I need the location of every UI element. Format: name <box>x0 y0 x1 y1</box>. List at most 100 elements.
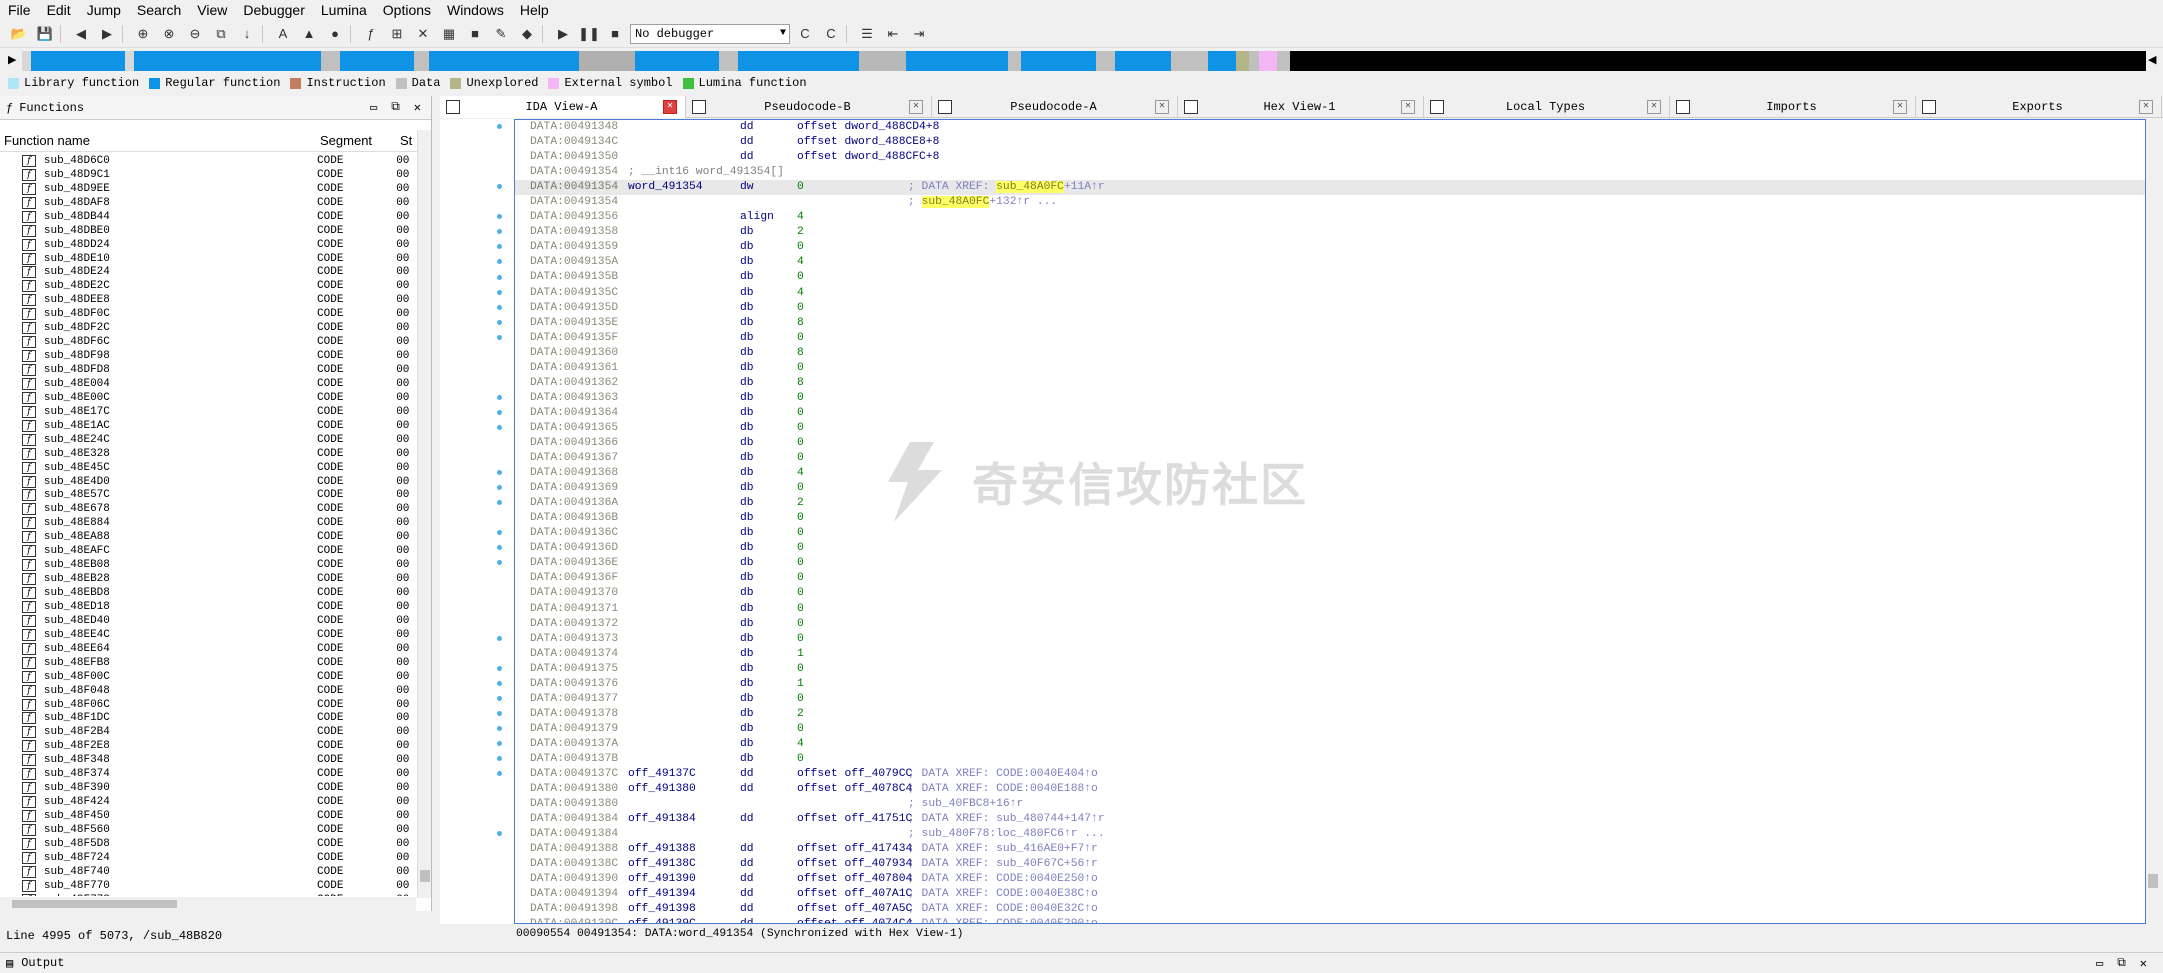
code-line[interactable]: DATA:00491361 db 0 <box>515 361 2145 376</box>
function-row[interactable]: f sub_48F560 CODE 00 <box>0 823 416 837</box>
code-line[interactable]: DATA:0049136A db 2 <box>515 496 2145 511</box>
code-line[interactable]: DATA:0049135E db 8 <box>515 316 2145 331</box>
function-icon[interactable]: ƒ <box>360 23 382 45</box>
nav-segment[interactable] <box>124 51 135 71</box>
function-row[interactable]: f sub_48DF0C CODE 00 <box>0 307 416 321</box>
code-operand[interactable]: 0 <box>797 301 804 316</box>
code-line[interactable]: DATA:00491376 db 1 <box>515 677 2145 692</box>
text-search-icon[interactable]: ⊗ <box>158 23 180 45</box>
struct-icon[interactable]: ▦ <box>438 23 460 45</box>
close-icon[interactable]: ✕ <box>414 100 421 115</box>
close-icon[interactable]: ✕ <box>2140 956 2147 971</box>
code-operand[interactable]: 1 <box>797 647 804 662</box>
function-row[interactable]: f sub_48EAFC CODE 00 <box>0 544 416 558</box>
code-label[interactable]: off_49138C <box>628 857 696 872</box>
tab-hex-view-1[interactable]: Hex View-1 ✕ <box>1178 96 1424 118</box>
code-operand[interactable]: 2 <box>797 225 804 240</box>
menu-windows[interactable]: Windows <box>439 0 512 20</box>
nav-segment[interactable] <box>414 51 430 71</box>
scroll-thumb[interactable] <box>420 870 430 882</box>
float-icon[interactable]: ⧉ <box>2117 956 2126 971</box>
nav-segment[interactable] <box>905 51 1009 71</box>
function-row[interactable]: f sub_48DF6C CODE 00 <box>0 335 416 349</box>
code-operand[interactable]: 0 <box>797 451 804 466</box>
function-row[interactable]: f sub_48F5D8 CODE 00 <box>0 837 416 851</box>
restore-icon[interactable]: ▭ <box>2096 956 2103 971</box>
binary-search-icon[interactable]: ⊕ <box>132 23 154 45</box>
function-row[interactable]: f sub_48DF98 CODE 00 <box>0 349 416 363</box>
functions-horizontal-scrollbar[interactable] <box>0 897 416 911</box>
code-line[interactable]: DATA:00491379 db 0 <box>515 722 2145 737</box>
code-operand[interactable]: 0 <box>797 662 804 677</box>
code-line[interactable]: DATA:0049135F db 0 <box>515 331 2145 346</box>
indent-icon[interactable]: ⇥ <box>908 23 930 45</box>
nav-segment[interactable] <box>1114 51 1171 71</box>
tab-close-icon[interactable]: ✕ <box>2139 100 2153 114</box>
function-row[interactable]: f sub_48EFB8 CODE 00 <box>0 656 416 670</box>
code-operand[interactable]: 1 <box>797 677 804 692</box>
function-row[interactable]: f sub_48DFD8 CODE 00 <box>0 363 416 377</box>
code-operand[interactable]: 0 <box>797 180 804 195</box>
code-line[interactable]: DATA:0049136E db 0 <box>515 556 2145 571</box>
code-operand[interactable]: offset off_41751C <box>797 812 912 827</box>
code-line[interactable]: DATA:00491348 dd offset dword_488CD4+8 <box>515 120 2145 135</box>
code-line[interactable]: DATA:00491371 db 0 <box>515 602 2145 617</box>
code-line[interactable]: DATA:00491367 db 0 <box>515 451 2145 466</box>
code-operand[interactable]: 0 <box>797 556 804 571</box>
code-line[interactable]: DATA:00491380 ; sub_40FBC8+16↑r <box>515 797 2145 812</box>
code-line[interactable]: DATA:00491373 db 0 <box>515 632 2145 647</box>
code-vertical-scrollbar[interactable] <box>2146 119 2160 924</box>
restore-icon[interactable]: ▭ <box>370 100 377 115</box>
code-line[interactable]: DATA:00491378 db 2 <box>515 707 2145 722</box>
code-operand[interactable]: 8 <box>797 316 804 331</box>
code-line[interactable]: DATA:0049138C off_49138C dd offset off_4079… <box>515 857 2145 872</box>
code-operand[interactable]: 0 <box>797 406 804 421</box>
function-row[interactable]: f sub_48D9C1 CODE 00 <box>0 168 416 182</box>
function-row[interactable]: f sub_48E884 CODE 00 <box>0 516 416 530</box>
stop-debug-icon[interactable]: ■ <box>604 23 626 45</box>
debugger-select[interactable]: No debugger ▼ <box>630 23 790 44</box>
function-row[interactable]: f sub_48F778CODE00 <box>0 893 416 896</box>
disassembly-view[interactable]: DATA:00491348 dd offset dword_488CD4+8 DATA… <box>514 119 2146 924</box>
nav-left-icon[interactable]: ▶ <box>8 53 16 66</box>
code-line[interactable]: DATA:0049135B db 0 <box>515 270 2145 285</box>
nav-segment[interactable] <box>429 51 579 71</box>
tab-close-icon[interactable]: ✕ <box>663 100 677 114</box>
nav-segment[interactable] <box>31 51 125 71</box>
nav-segment[interactable] <box>320 51 340 71</box>
nav-segment[interactable] <box>1021 51 1097 71</box>
code-operand[interactable]: 0 <box>797 541 804 556</box>
nav-segment[interactable] <box>1277 51 1291 71</box>
code-operand[interactable]: 4 <box>797 255 804 270</box>
back-arrow-icon[interactable]: ◀ <box>70 23 92 45</box>
code-line[interactable]: DATA:00491372 db 0 <box>515 617 2145 632</box>
menu-view[interactable]: View <box>189 0 235 20</box>
code-label[interactable]: off_491398 <box>628 902 696 917</box>
nav-segment[interactable] <box>1170 51 1209 71</box>
code-line[interactable]: DATA:00491354 word_491354 dw 0 ; DATA XREF: … <box>515 180 2145 196</box>
function-row[interactable]: f sub_48E00C CODE 00 <box>0 391 416 405</box>
nav-segment[interactable] <box>1290 51 2147 71</box>
code-label[interactable]: off_491384 <box>628 812 696 827</box>
function-row[interactable]: f sub_48F770 CODE 00 <box>0 879 416 893</box>
tab-local-types[interactable]: Local Types ✕ <box>1424 96 1670 118</box>
menu-lumina[interactable]: Lumina <box>313 0 375 20</box>
breakpoint-icon[interactable]: ◆ <box>516 23 538 45</box>
code-line[interactable]: DATA:00491365 db 0 <box>515 421 2145 436</box>
code-line[interactable]: DATA:00491377 db 0 <box>515 692 2145 707</box>
code-operand[interactable]: 0 <box>797 331 804 346</box>
code-line[interactable]: DATA:00491356 align 4 <box>515 210 2145 225</box>
function-row[interactable]: f sub_48F1DC CODE 00 <box>0 712 416 726</box>
code-operand[interactable]: 0 <box>797 692 804 707</box>
code-line[interactable]: DATA:00491390 off_491390 dd offset off_4078… <box>515 872 2145 887</box>
code-line[interactable]: DATA:00491380 off_491380 dd offset off_4078… <box>515 782 2145 797</box>
menu-search[interactable]: Search <box>129 0 189 20</box>
nav-segment[interactable] <box>1236 51 1250 71</box>
code-label[interactable]: off_49139C <box>628 917 696 923</box>
code-operand[interactable]: 0 <box>797 270 804 285</box>
code-operand[interactable]: 4 <box>797 737 804 752</box>
function-row[interactable]: f sub_48EE4C CODE 00 <box>0 628 416 642</box>
tools-icon[interactable]: ✕ <box>412 23 434 45</box>
nav-right-icon[interactable]: ◀ <box>2148 53 2156 66</box>
code-line[interactable]: DATA:00491369 db 0 <box>515 481 2145 496</box>
